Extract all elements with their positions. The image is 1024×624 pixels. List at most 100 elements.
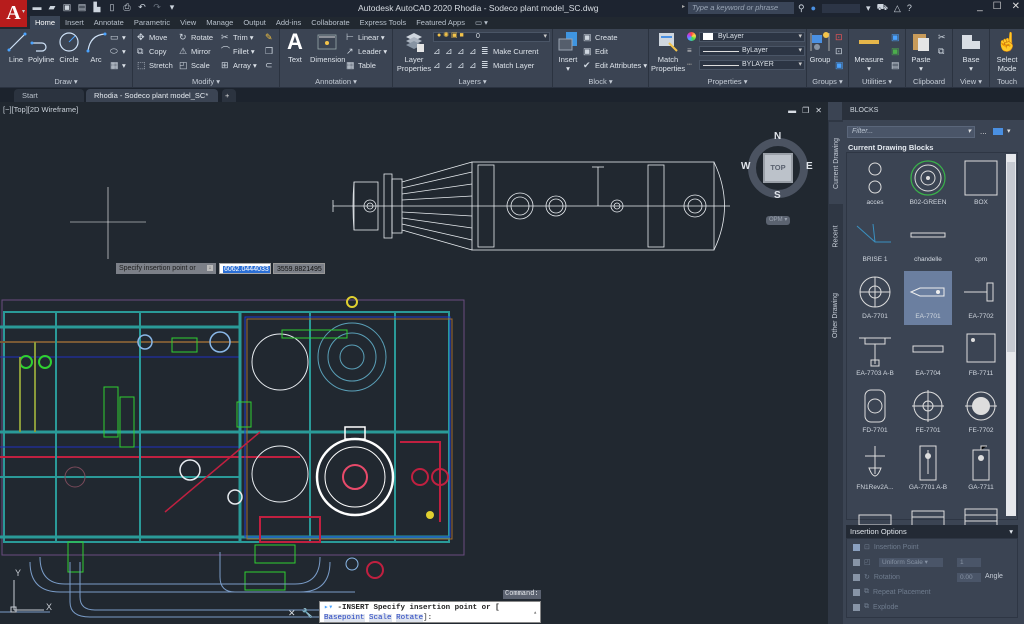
- x-coordinate-input[interactable]: 6062.0444033: [219, 263, 271, 274]
- scale-mode-dropdown[interactable]: Uniform Scale ▾: [879, 558, 943, 567]
- keyword-rotate[interactable]: Rotate: [396, 614, 424, 622]
- text-button[interactable]: A Text: [284, 31, 306, 65]
- compass-south[interactable]: S: [774, 190, 781, 201]
- arc-button[interactable]: Arc: [85, 31, 107, 64]
- edit-attributes-button[interactable]: ✔ Edit Attributes ▾: [583, 61, 647, 71]
- save-as-icon[interactable]: ▤: [77, 2, 87, 12]
- close-command-line-icon[interactable]: ✕: [288, 608, 296, 619]
- layer-off-icon[interactable]: ⊿: [433, 47, 442, 56]
- undo-icon[interactable]: ↶: [137, 2, 147, 12]
- scale-checkbox[interactable]: [853, 558, 860, 566]
- tab-annotate[interactable]: Annotate: [89, 16, 129, 29]
- block-item[interactable]: FE-7702: [957, 385, 1005, 439]
- annotation-panel-label[interactable]: Annotation ▾: [280, 77, 392, 86]
- layer-unlock-icon[interactable]: ⊿: [469, 61, 478, 70]
- block-item[interactable]: FD-7701: [851, 385, 899, 439]
- line-button[interactable]: Line: [6, 31, 27, 64]
- rotation-checkbox[interactable]: [853, 573, 860, 581]
- match-properties-button[interactable]: Match Properties: [651, 31, 685, 73]
- tab-add-ins[interactable]: Add-ins: [271, 16, 306, 29]
- properties-panel-label[interactable]: Properties ▾: [649, 77, 806, 86]
- maximize-button[interactable]: ☐: [993, 1, 1002, 12]
- rectangle-button[interactable]: ▭ ▾: [110, 33, 126, 43]
- layer-properties-button[interactable]: Layer Properties: [396, 31, 432, 73]
- fillet-button[interactable]: ⌒ Fillet ▾: [221, 47, 255, 57]
- block-item[interactable]: EA-7704: [904, 328, 952, 382]
- calculator-button[interactable]: ▤: [891, 61, 900, 70]
- trim-button[interactable]: ✂ Trim ▾: [221, 33, 254, 43]
- select-mode-button[interactable]: ☝ Select Mode: [992, 31, 1022, 73]
- layer-isolate-icon[interactable]: ⊿: [445, 47, 454, 56]
- block-item[interactable]: FN1Rev2A...: [851, 442, 899, 496]
- user-caret-icon[interactable]: ▾: [866, 3, 871, 14]
- uniform-scale-option[interactable]: ◰: [853, 558, 871, 566]
- ungroup-button[interactable]: ⊡: [835, 33, 844, 42]
- keyword-scale[interactable]: Scale: [369, 614, 392, 622]
- insertion-options-header[interactable]: Insertion Options ▾: [846, 525, 1018, 538]
- blocks-scrollbar[interactable]: [1006, 154, 1016, 516]
- ellipse-button[interactable]: ⬭ ▾: [110, 47, 126, 57]
- redo-icon[interactable]: ↷: [152, 2, 162, 12]
- compass-east[interactable]: E: [806, 161, 813, 172]
- close-button[interactable]: ✕: [1012, 1, 1020, 12]
- help-search-input[interactable]: Type a keyword or phrase: [688, 2, 794, 14]
- leader-button[interactable]: ↗ Leader ▾: [346, 47, 387, 57]
- y-coordinate-input[interactable]: 3559.8821495: [273, 263, 325, 274]
- stretch-button[interactable]: ⬚ Stretch: [137, 61, 173, 71]
- tab-manage[interactable]: Manage: [201, 16, 238, 29]
- vtab-recent[interactable]: Recent: [829, 206, 843, 266]
- match-layer-button[interactable]: ≣ Match Layer: [481, 61, 534, 71]
- quick-select-button[interactable]: ▣: [891, 33, 900, 42]
- explode-button[interactable]: ❒: [265, 47, 274, 56]
- draw-panel-label[interactable]: Draw ▾: [0, 77, 132, 86]
- import-icon[interactable]: ▙: [92, 2, 102, 12]
- select-all-button[interactable]: ▣: [891, 47, 900, 56]
- viewcube-top-face[interactable]: TOP: [763, 153, 793, 183]
- binoculars-icon[interactable]: ⚲: [798, 3, 805, 14]
- ribbon-display-toggle[interactable]: ▭ ▾: [470, 16, 493, 29]
- group-edit-button[interactable]: ⊡: [835, 47, 844, 56]
- block-item[interactable]: cpm: [957, 214, 1005, 268]
- scale-button[interactable]: ◰ Scale: [179, 61, 210, 71]
- group-button[interactable]: Group: [809, 31, 831, 64]
- block-item[interactable]: FB-7711: [957, 328, 1005, 382]
- paste-button[interactable]: Paste ▾: [908, 31, 934, 73]
- block-item[interactable]: EA-7702: [957, 271, 1005, 325]
- vtab-current-drawing[interactable]: Current Drawing: [829, 122, 843, 204]
- drawing-viewport[interactable]: [−][Top][2D Wireframe] ▬ ❐ ✕ Y X TOP N S…: [0, 102, 828, 624]
- keyword-basepoint[interactable]: Basepoint: [324, 614, 365, 622]
- color-dropdown[interactable]: ByLayer: [699, 32, 805, 42]
- collapse-caret-icon[interactable]: ▾: [1009, 525, 1013, 538]
- compass-west[interactable]: W: [741, 161, 750, 172]
- command-history-toggle-icon[interactable]: ▴: [533, 608, 537, 618]
- dynamic-input-options-icon[interactable]: ↓: [207, 265, 213, 271]
- circle-button[interactable]: Circle: [58, 31, 80, 64]
- view-panel-label[interactable]: View ▾: [953, 77, 989, 86]
- hatch-button[interactable]: ▦ ▾: [110, 61, 126, 71]
- compass-north[interactable]: N: [774, 131, 781, 142]
- copy-button[interactable]: ⧉ Copy: [137, 47, 167, 57]
- view-mode-icon[interactable]: [993, 128, 1003, 135]
- polyline-button[interactable]: Polyline: [28, 31, 54, 64]
- rotation-option[interactable]: ↻ Rotation: [853, 573, 900, 581]
- modify-panel-label[interactable]: Modify ▾: [133, 77, 279, 86]
- command-line-input[interactable]: ▸▾ -INSERT Specify insertion point or [ …: [319, 601, 541, 623]
- tab-home[interactable]: Home: [30, 16, 61, 29]
- plot-icon[interactable]: ⎙: [122, 2, 132, 12]
- cart-icon[interactable]: ⛟: [877, 2, 888, 14]
- layer-thaw-icon[interactable]: ⊿: [457, 61, 466, 70]
- doc-tab-start[interactable]: Start: [14, 89, 84, 102]
- lineweight-dropdown[interactable]: ByLayer: [699, 46, 805, 56]
- sign-in-field[interactable]: [822, 3, 861, 13]
- erase-button[interactable]: ✎: [265, 33, 274, 42]
- linetype-dropdown[interactable]: BYLAYER: [699, 60, 805, 70]
- customize-command-line-icon[interactable]: 🔧: [302, 608, 313, 619]
- scrollbar-thumb[interactable]: [1007, 162, 1015, 352]
- block-item[interactable]: acces: [851, 157, 899, 211]
- create-block-button[interactable]: ▣ Create: [583, 33, 618, 43]
- layers-panel-label[interactable]: Layers ▾: [393, 77, 552, 86]
- block-item[interactable]: BOX: [957, 157, 1005, 211]
- tab-express-tools[interactable]: Express Tools: [355, 16, 412, 29]
- move-button[interactable]: ✥ Move: [137, 33, 167, 43]
- block-item[interactable]: DA-7701: [851, 271, 899, 325]
